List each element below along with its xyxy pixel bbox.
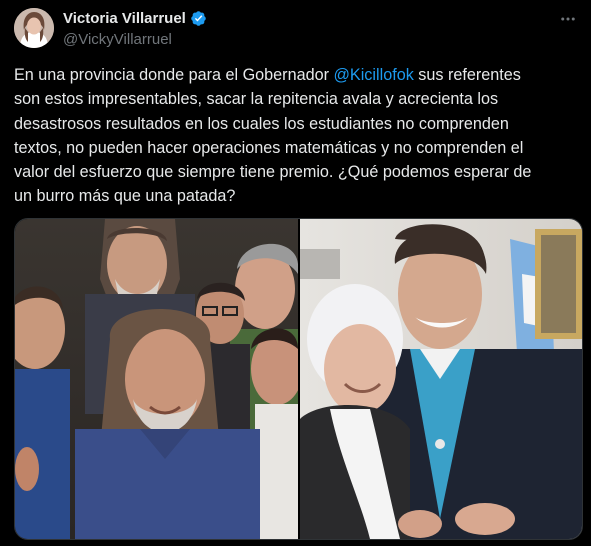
group-photo-image <box>15 219 298 539</box>
author-display-name[interactable]: Victoria Villarruel <box>63 10 186 27</box>
more-options-button[interactable] <box>557 10 579 28</box>
tweet-card[interactable]: Victoria Villarruel @VickyVillarruel En … <box>0 0 591 546</box>
author-avatar[interactable] <box>14 8 54 48</box>
media-grid[interactable] <box>14 218 583 540</box>
hug-photo-image <box>300 219 582 539</box>
media-photo-left[interactable] <box>15 219 298 539</box>
media-photo-right[interactable] <box>300 219 582 539</box>
author-handle[interactable]: @VickyVillarruel <box>63 31 172 48</box>
verified-badge-icon <box>190 10 207 27</box>
mention-link[interactable]: @Kicillofok <box>333 66 413 84</box>
tweet-text-part-1: En una provincia donde para el Gobernado… <box>14 66 334 84</box>
author-name-row[interactable]: Victoria Villarruel <box>63 10 207 27</box>
tweet-text-part-2: sus referentes son estos impresentables,… <box>14 66 532 206</box>
tweet-text: En una provincia donde para el Gobernado… <box>14 63 580 209</box>
more-horizontal-icon <box>561 17 575 21</box>
profile-photo-icon <box>14 8 54 48</box>
